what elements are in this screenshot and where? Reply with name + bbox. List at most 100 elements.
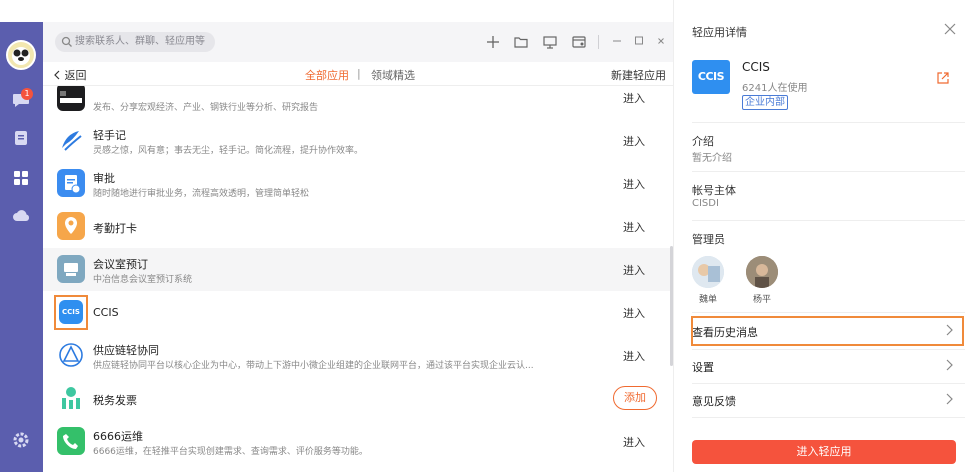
enter-button[interactable]: 进入 (623, 305, 645, 321)
enter-button[interactable]: 进入 (623, 434, 645, 450)
list-item[interactable]: 税务发票 添加 (43, 377, 671, 420)
feedback-button[interactable]: 意见反馈 (692, 385, 965, 415)
chevron-right-icon (946, 359, 953, 371)
app-desc: 发布、分享宏观经济、产业、钢铁行业等分析、研究报告 (93, 103, 319, 113)
app-desc: 灵感之惊，风有意；事去无尘，轻手记。简化流程，提升协作效率。 (93, 146, 364, 156)
back-label: 返回 (64, 69, 87, 82)
folder-icon[interactable] (513, 34, 529, 50)
internal-tag: 企业内部 (742, 95, 788, 110)
divider (692, 349, 965, 350)
maximize-icon[interactable] (632, 34, 646, 48)
list-item[interactable]: 6666运维 6666运维，在轻推平台实现创建需求、查询需求、评价服务等功能。 … (43, 420, 671, 463)
list-item[interactable]: 审批 随时随地进行审批业务，流程高效透明，管理简单轻松 进入 (43, 162, 671, 205)
list-item[interactable]: 会议室预订 中冶信息会议室预订系统 进入 (43, 248, 671, 291)
app-desc: 中冶信息会议室预订系统 (93, 275, 193, 285)
divider (692, 312, 965, 313)
app-name: 6666运维 (93, 430, 143, 443)
admin-label: 管理员 (692, 233, 725, 246)
divider (692, 417, 965, 418)
tab-all-apps[interactable]: 全部应用 (305, 67, 349, 83)
avatar[interactable] (746, 256, 778, 288)
app-name: 供应链轻协同 (93, 344, 159, 357)
app-list-pane: 搜索联系人、群聊、轻应用等 返回 全部应用 | 领域精选 新建轻应用 发布、分享… (43, 22, 673, 472)
panel-title: 轻应用详情 (692, 26, 747, 39)
chevron-right-icon (946, 393, 953, 405)
settings-label: 设置 (692, 361, 714, 374)
ops-phone-icon (57, 427, 85, 455)
divider (692, 220, 965, 221)
my-avatar[interactable] (6, 40, 36, 70)
divider (692, 383, 965, 384)
new-light-app-button[interactable]: 新建轻应用 (611, 67, 666, 83)
enter-button[interactable]: 进入 (623, 262, 645, 278)
external-link-icon[interactable] (936, 71, 950, 85)
divider (692, 122, 965, 123)
enter-light-app-button[interactable]: 进入轻应用 (692, 440, 956, 464)
account-label: 帐号主体 (692, 184, 736, 197)
apps-grid-icon[interactable] (11, 168, 31, 188)
chevron-left-icon (54, 70, 60, 80)
app-desc: 随时随地进行审批业务，流程高效透明，管理简单轻松 (93, 189, 310, 199)
app-title: CCIS (742, 60, 770, 74)
screen-share-icon[interactable] (542, 34, 558, 50)
search-placeholder: 搜索联系人、群聊、轻应用等 (75, 36, 205, 47)
list-item-ccis[interactable]: CCIS CCIS 进入 (43, 291, 671, 334)
app-name: 轻手记 (93, 129, 126, 142)
settings-button[interactable]: 设置 (692, 351, 965, 381)
intro-value: 暂无介绍 (692, 153, 732, 164)
search-icon (61, 36, 72, 47)
enter-button[interactable]: 进入 (623, 133, 645, 149)
chat-badge: 1 (21, 88, 33, 100)
tax-invoice-icon (57, 384, 85, 412)
app-name: 税务发票 (93, 394, 137, 407)
app-name: CCIS (93, 306, 119, 319)
user-count: 6241人在使用 (742, 83, 808, 94)
feedback-label: 意见反馈 (692, 395, 736, 408)
toolbar-divider (598, 35, 599, 49)
supply-chain-icon (57, 341, 85, 369)
settings-gear-icon[interactable] (11, 430, 31, 450)
admin-name: 魏单 (698, 295, 717, 305)
avatar[interactable] (692, 256, 724, 288)
app-name: 审批 (93, 172, 115, 185)
docs-icon[interactable] (11, 128, 31, 148)
window-close-icon[interactable] (654, 34, 668, 48)
enter-button[interactable]: 进入 (623, 90, 645, 106)
left-rail: 1 (0, 22, 43, 472)
close-icon[interactable] (944, 23, 956, 35)
list-item[interactable]: 考勤打卡 进入 (43, 205, 671, 248)
tab-separator: | (357, 67, 361, 80)
notes-app-icon (57, 126, 85, 154)
search-input[interactable]: 搜索联系人、群聊、轻应用等 (55, 32, 215, 52)
add-button[interactable]: 添加 (613, 386, 657, 410)
admin-name: 杨平 (752, 295, 771, 305)
app-detail-panel: 轻应用详情 CCIS CCIS 6241人在使用 企业内部 介绍 暂无介绍 帐号… (673, 0, 965, 472)
cloud-icon[interactable] (11, 206, 31, 226)
app-name: 会议室预订 (93, 258, 148, 271)
enter-button[interactable]: 进入 (623, 219, 645, 235)
window-layout-icon[interactable] (571, 34, 587, 50)
plus-icon[interactable] (485, 34, 501, 50)
list-item[interactable]: 轻手记 灵感之惊，风有意；事去无尘，轻手记。简化流程，提升协作效率。 进入 (43, 119, 671, 162)
app-list: 发布、分享宏观经济、产业、钢铁行业等分析、研究报告 进入 轻手记 灵感之惊，风有… (43, 86, 673, 472)
enter-button[interactable]: 进入 (623, 176, 645, 192)
selection-highlight (54, 295, 88, 330)
history-highlight (691, 316, 964, 346)
divider (692, 171, 965, 172)
back-button[interactable]: 返回 (53, 67, 87, 83)
app-name: 考勤打卡 (93, 222, 137, 235)
list-item[interactable]: 供应链轻协同 供应链轻协同平台以核心企业为中心，带动上下游中小微企业组建的企业联… (43, 334, 671, 377)
minimize-icon[interactable] (610, 34, 624, 48)
list-subheader: 返回 全部应用 | 领域精选 新建轻应用 (43, 62, 673, 86)
app-desc: 供应链轻协同平台以核心企业为中心，带动上下游中小微企业组建的企业联网平台，通过该… (93, 361, 534, 371)
account-value: CISDI (692, 198, 719, 209)
app-desc: 6666运维，在轻推平台实现创建需求、查询需求、评价服务等功能。 (93, 447, 368, 457)
attendance-location-icon (57, 212, 85, 240)
app-logo: CCIS (692, 60, 730, 94)
intro-label: 介绍 (692, 135, 714, 148)
approval-app-icon (57, 169, 85, 197)
list-item[interactable]: 发布、分享宏观经济、产业、钢铁行业等分析、研究报告 进入 (43, 86, 671, 119)
tab-field-picks[interactable]: 领域精选 (371, 67, 415, 83)
enter-button[interactable]: 进入 (623, 348, 645, 364)
econ-report-icon (57, 86, 85, 111)
